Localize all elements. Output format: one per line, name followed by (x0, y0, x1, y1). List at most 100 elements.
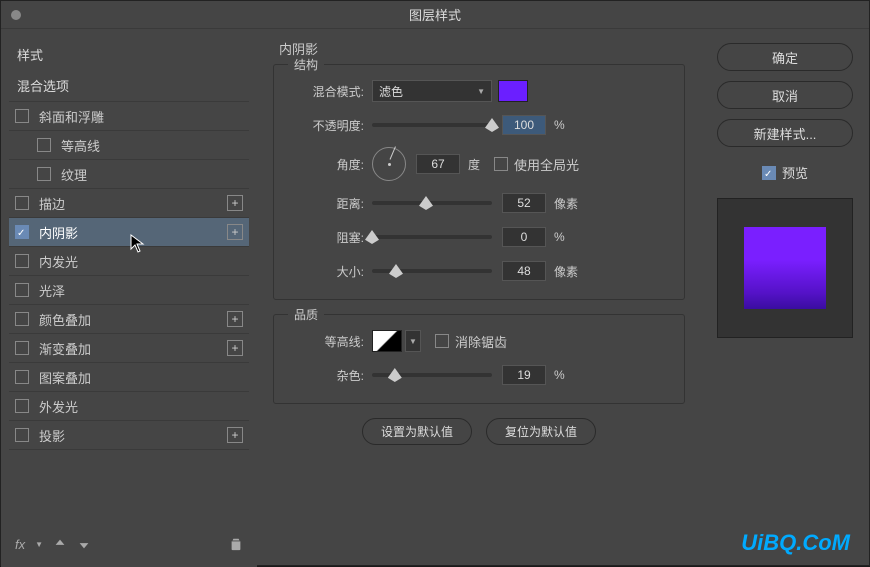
style-item-9[interactable]: 图案叠加 (9, 363, 249, 392)
style-item-10[interactable]: 外发光 (9, 392, 249, 421)
style-item-2[interactable]: 纹理 (9, 160, 249, 189)
cancel-button[interactable]: 取消 (717, 81, 853, 109)
style-item-11[interactable]: 投影 + (9, 421, 249, 450)
style-item-1[interactable]: 等高线 (9, 131, 249, 160)
quality-fieldset: 品质 等高线: ▼ 消除锯齿 杂色: % (273, 314, 685, 404)
action-panel: 确定 取消 新建样式... 预览 (701, 29, 869, 567)
style-item-7[interactable]: 颜色叠加+ (9, 305, 249, 334)
arrow-down-icon[interactable] (77, 537, 91, 551)
style-checkbox[interactable] (15, 196, 29, 210)
preview-box (717, 198, 853, 338)
contour-label: 等高线: (290, 333, 364, 350)
opacity-slider[interactable] (372, 123, 492, 127)
add-icon[interactable]: + (227, 340, 243, 356)
style-checkbox[interactable] (15, 399, 29, 413)
fx-menu[interactable]: fx (15, 537, 25, 552)
preview-checkbox[interactable] (762, 166, 776, 180)
antialias-checkbox[interactable] (435, 334, 449, 348)
style-label: 纹理 (61, 165, 87, 184)
degree-unit: 度 (468, 156, 480, 173)
preview-swatch (744, 227, 826, 309)
style-checkbox[interactable] (15, 225, 29, 239)
choke-row: 阻塞: % (290, 225, 668, 249)
style-checkbox[interactable] (15, 428, 29, 442)
antialias-label: 消除锯齿 (455, 332, 507, 351)
style-label: 图案叠加 (39, 368, 91, 387)
default-buttons: 设置为默认值 复位为默认值 (273, 418, 685, 445)
angle-dial[interactable] (372, 147, 406, 181)
color-swatch[interactable] (498, 80, 528, 102)
chevron-down-icon[interactable]: ▼ (35, 540, 43, 549)
close-icon[interactable] (11, 10, 21, 20)
add-icon[interactable]: + (227, 224, 243, 240)
style-label: 斜面和浮雕 (39, 107, 104, 126)
style-label: 外发光 (39, 397, 78, 416)
style-checkbox[interactable] (15, 341, 29, 355)
add-icon[interactable]: + (227, 195, 243, 211)
style-checkbox[interactable] (15, 283, 29, 297)
style-item-6[interactable]: 光泽 (9, 276, 249, 305)
distance-slider[interactable] (372, 201, 492, 205)
titlebar: 图层样式 (1, 1, 869, 29)
noise-input[interactable] (502, 365, 546, 385)
noise-label: 杂色: (290, 367, 364, 384)
style-label: 内发光 (39, 252, 78, 271)
trash-icon[interactable] (229, 537, 243, 551)
preview-row: 预览 (762, 163, 808, 182)
styles-header: 样式 (9, 39, 249, 70)
blend-options[interactable]: 混合选项 (9, 70, 249, 102)
style-label: 光泽 (39, 281, 65, 300)
size-slider[interactable] (372, 269, 492, 273)
watermark: UiBQ.CoM (741, 530, 850, 556)
global-light-label: 使用全局光 (514, 155, 579, 174)
set-default-button[interactable]: 设置为默认值 (362, 418, 472, 445)
distance-row: 距离: 像素 (290, 191, 668, 215)
quality-legend: 品质 (288, 306, 324, 323)
style-label: 渐变叠加 (39, 339, 91, 358)
contour-row: 等高线: ▼ 消除锯齿 (290, 329, 668, 353)
noise-slider[interactable] (372, 373, 492, 377)
dialog-content: 样式 混合选项 斜面和浮雕等高线纹理描边 + 内阴影 + 内发光光泽颜色叠加+ 渐变叠加 +… (1, 29, 869, 567)
opacity-input[interactable] (502, 115, 546, 135)
noise-row: 杂色: % (290, 363, 668, 387)
dialog-title: 图层样式 (409, 5, 461, 24)
blend-mode-label: 混合模式: (290, 83, 364, 100)
structure-legend: 结构 (288, 56, 324, 73)
style-label: 描边 (39, 194, 65, 213)
choke-label: 阻塞: (290, 229, 364, 246)
global-light-checkbox[interactable] (494, 157, 508, 171)
style-checkbox[interactable] (15, 312, 29, 326)
style-item-0[interactable]: 斜面和浮雕 (9, 102, 249, 131)
angle-input[interactable] (416, 154, 460, 174)
style-item-3[interactable]: 描边 + (9, 189, 249, 218)
choke-slider[interactable] (372, 235, 492, 239)
arrow-up-icon[interactable] (53, 537, 67, 551)
style-checkbox[interactable] (37, 138, 51, 152)
contour-dropdown[interactable]: ▼ (405, 330, 421, 352)
ok-button[interactable]: 确定 (717, 43, 853, 71)
distance-input[interactable] (502, 193, 546, 213)
style-label: 等高线 (61, 136, 100, 155)
style-label: 内阴影 (39, 223, 78, 242)
reset-default-button[interactable]: 复位为默认值 (486, 418, 596, 445)
size-input[interactable] (502, 261, 546, 281)
layer-style-dialog: 图层样式 样式 混合选项 斜面和浮雕等高线纹理描边 + 内阴影 + 内发光光泽颜色叠加+… (0, 0, 870, 566)
style-item-5[interactable]: 内发光 (9, 247, 249, 276)
style-item-4[interactable]: 内阴影 + (9, 218, 249, 247)
chevron-down-icon: ▼ (477, 87, 485, 96)
style-checkbox[interactable] (37, 167, 51, 181)
structure-fieldset: 结构 混合模式: 滤色 ▼ 不透明度: % 角度: (273, 64, 685, 300)
add-icon[interactable]: + (227, 427, 243, 443)
style-checkbox[interactable] (15, 109, 29, 123)
contour-swatch[interactable] (372, 330, 402, 352)
style-label: 投影 (39, 426, 65, 445)
style-checkbox[interactable] (15, 254, 29, 268)
style-item-8[interactable]: 渐变叠加 + (9, 334, 249, 363)
new-style-button[interactable]: 新建样式... (717, 119, 853, 147)
percent-unit: % (554, 118, 565, 132)
style-checkbox[interactable] (15, 370, 29, 384)
choke-input[interactable] (502, 227, 546, 247)
opacity-label: 不透明度: (290, 117, 364, 134)
blend-mode-dropdown[interactable]: 滤色 ▼ (372, 80, 492, 102)
add-icon[interactable]: + (227, 311, 243, 327)
